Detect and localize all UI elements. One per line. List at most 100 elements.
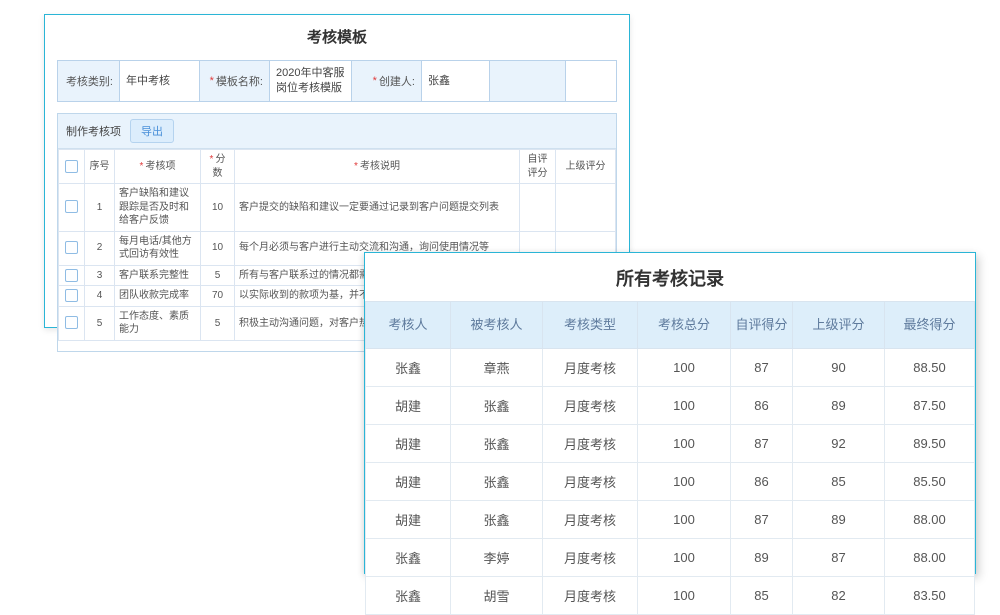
item-no: 2 — [85, 231, 115, 265]
template-name-value: 2020年中客服岗位考核模版 — [270, 61, 352, 101]
assessee: 章燕 — [451, 349, 543, 387]
creator-value: 张鑫 — [422, 61, 490, 101]
self-score: 85 — [731, 577, 793, 615]
assessment-type: 月度考核 — [543, 539, 638, 577]
header-assessee: 被考核人 — [451, 302, 543, 349]
self-score: 87 — [731, 501, 793, 539]
records-table: 考核人 被考核人 考核类型 考核总分 自评得分 上级评分 最终得分 张鑫 章燕 … — [365, 301, 975, 615]
item-name: 团队收款完成率 — [115, 286, 201, 307]
item-name: 客户缺陷和建议跟踪是否及时和给客户反馈 — [115, 184, 201, 232]
record-row: 胡建 张鑫 月度考核 100 87 89 88.00 — [366, 501, 975, 539]
required-mark: * — [210, 154, 214, 165]
header-superior-score: 上级评分 — [556, 150, 616, 184]
template-form: 考核类别: 年中考核 * 模板名称: 2020年中客服岗位考核模版 * 创建人:… — [57, 60, 617, 102]
self-score: 86 — [731, 463, 793, 501]
superior-score: 90 — [793, 349, 885, 387]
creator-label: * 创建人: — [352, 61, 422, 101]
final-score: 88.00 — [885, 501, 975, 539]
assessee: 李婷 — [451, 539, 543, 577]
final-score: 87.50 — [885, 387, 975, 425]
superior-score: 87 — [793, 539, 885, 577]
required-mark: * — [210, 75, 214, 87]
header-score: *分数 — [201, 150, 235, 184]
required-mark: * — [140, 161, 144, 172]
assessor: 胡建 — [366, 425, 451, 463]
item-score: 10 — [201, 231, 235, 265]
total-score: 100 — [638, 463, 731, 501]
assessor: 张鑫 — [366, 577, 451, 615]
row-checkbox[interactable] — [65, 316, 78, 329]
item-score: 70 — [201, 286, 235, 307]
records-header-row: 考核人 被考核人 考核类型 考核总分 自评得分 上级评分 最终得分 — [366, 302, 975, 349]
final-score: 83.50 — [885, 577, 975, 615]
assessment-type: 月度考核 — [543, 463, 638, 501]
item-score: 10 — [201, 184, 235, 232]
total-score: 100 — [638, 349, 731, 387]
item-no: 4 — [85, 286, 115, 307]
header-desc: *考核说明 — [235, 150, 520, 184]
assessee: 张鑫 — [451, 463, 543, 501]
row-checkbox[interactable] — [65, 269, 78, 282]
assessment-type: 月度考核 — [543, 349, 638, 387]
self-score: 89 — [731, 539, 793, 577]
header-checkbox-cell — [59, 150, 85, 184]
assessment-type: 月度考核 — [543, 387, 638, 425]
make-items-label: 制作考核项 — [66, 123, 121, 139]
item-desc: 客户提交的缺陷和建议一定要通过记录到客户问题提交列表 — [235, 184, 520, 232]
header-item: *考核项 — [115, 150, 201, 184]
item-name: 每月电话/其他方式回访有效性 — [115, 231, 201, 265]
required-mark: * — [373, 75, 377, 87]
self-score: 86 — [731, 387, 793, 425]
final-score: 85.50 — [885, 463, 975, 501]
template-panel-title: 考核模板 — [45, 26, 629, 47]
header-total-score: 考核总分 — [638, 302, 731, 349]
record-row: 胡建 张鑫 月度考核 100 87 92 89.50 — [366, 425, 975, 463]
superior-score: 89 — [793, 501, 885, 539]
assessment-type: 月度考核 — [543, 577, 638, 615]
header-assessment-type: 考核类型 — [543, 302, 638, 349]
assessor: 胡建 — [366, 501, 451, 539]
total-score: 100 — [638, 539, 731, 577]
item-no: 1 — [85, 184, 115, 232]
template-name-label: * 模板名称: — [200, 61, 270, 101]
header-superior-score: 上级评分 — [793, 302, 885, 349]
superior-score: 82 — [793, 577, 885, 615]
total-score: 100 — [638, 501, 731, 539]
header-assessor: 考核人 — [366, 302, 451, 349]
record-row: 胡建 张鑫 月度考核 100 86 89 87.50 — [366, 387, 975, 425]
superior-score: 85 — [793, 463, 885, 501]
header-no: 序号 — [85, 150, 115, 184]
records-panel-title: 所有考核记录 — [365, 265, 975, 291]
item-no: 3 — [85, 265, 115, 286]
item-score: 5 — [201, 265, 235, 286]
category-value: 年中考核 — [120, 61, 200, 101]
header-final-score: 最终得分 — [885, 302, 975, 349]
final-score: 89.50 — [885, 425, 975, 463]
row-checkbox[interactable] — [65, 241, 78, 254]
assessee: 张鑫 — [451, 425, 543, 463]
assessor: 张鑫 — [366, 349, 451, 387]
empty-value-cell — [566, 61, 616, 101]
total-score: 100 — [638, 387, 731, 425]
assessment-type: 月度考核 — [543, 425, 638, 463]
total-score: 100 — [638, 577, 731, 615]
record-row: 胡建 张鑫 月度考核 100 86 85 85.50 — [366, 463, 975, 501]
row-checkbox[interactable] — [65, 289, 78, 302]
export-button[interactable]: 导出 — [130, 119, 174, 143]
item-superior-score — [556, 184, 616, 232]
assessee: 胡雪 — [451, 577, 543, 615]
record-row: 张鑫 胡雪 月度考核 100 85 82 83.50 — [366, 577, 975, 615]
record-row: 张鑫 章燕 月度考核 100 87 90 88.50 — [366, 349, 975, 387]
row-checkbox[interactable] — [65, 200, 78, 213]
select-all-checkbox[interactable] — [65, 160, 78, 173]
item-no: 5 — [85, 306, 115, 340]
item-self-score — [520, 184, 556, 232]
self-score: 87 — [731, 349, 793, 387]
header-self-score: 自评得分 — [731, 302, 793, 349]
category-label: 考核类别: — [58, 61, 120, 101]
assessment-type: 月度考核 — [543, 501, 638, 539]
assessor: 张鑫 — [366, 539, 451, 577]
total-score: 100 — [638, 425, 731, 463]
header-self-score: 自评评分 — [520, 150, 556, 184]
assessee: 张鑫 — [451, 387, 543, 425]
